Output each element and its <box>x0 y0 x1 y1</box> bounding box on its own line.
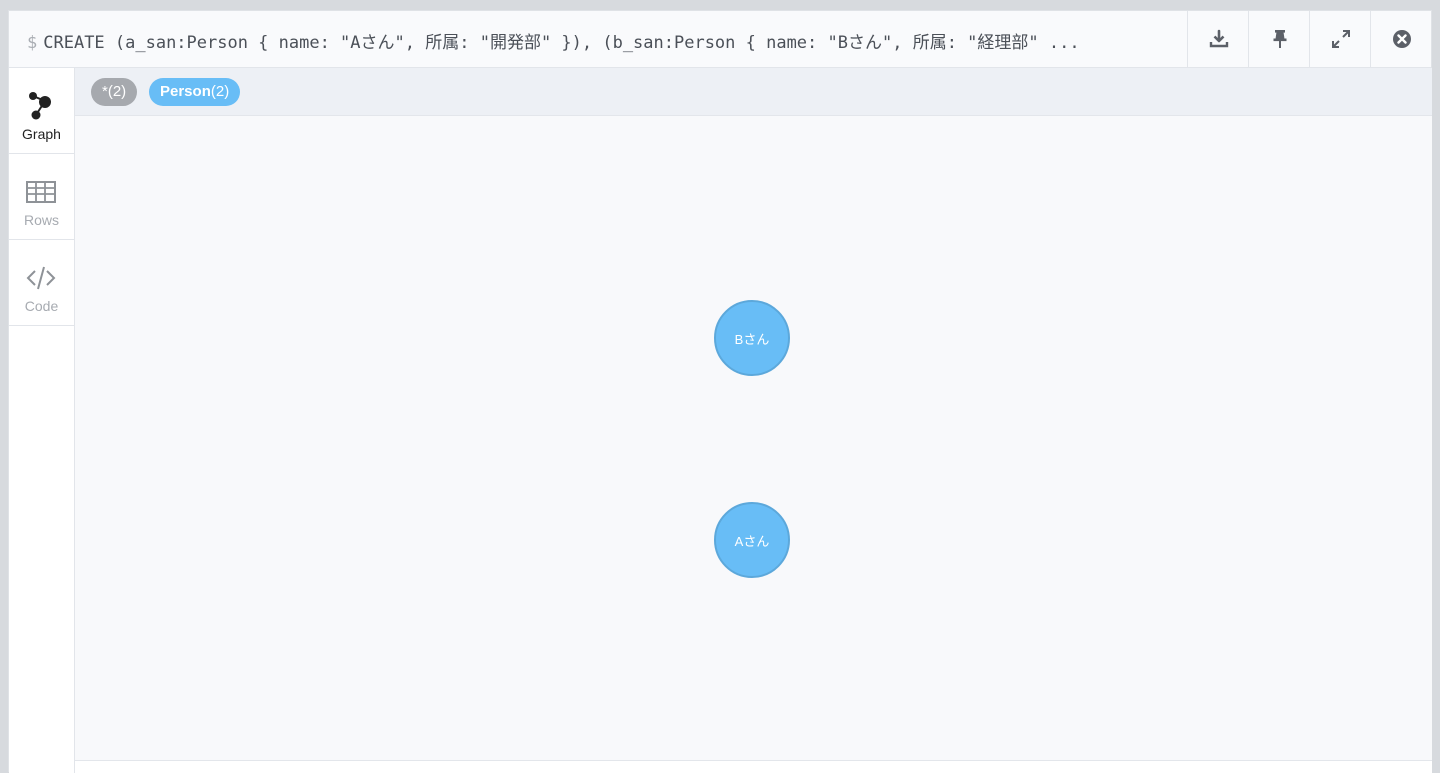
close-button[interactable] <box>1370 11 1432 67</box>
query-string: CREATE (a_san:Person { name: "Aさん", 所属: … <box>43 33 1080 53</box>
view-sidebar: Graph Rows Code <box>9 68 75 773</box>
expand-icon <box>1330 28 1352 50</box>
graph-view: *(2) Person(2) Bさん Aさん <box>75 68 1432 773</box>
status-bar <box>75 760 1432 773</box>
download-button[interactable] <box>1187 11 1249 67</box>
person-label-pill[interactable]: Person(2) <box>149 78 241 106</box>
expand-button[interactable] <box>1309 11 1371 67</box>
close-icon <box>1391 28 1413 50</box>
pill-count: (2) <box>107 83 127 100</box>
graph-node[interactable]: Bさん <box>714 300 790 376</box>
sidebar-item-rows[interactable]: Rows <box>9 154 74 240</box>
result-frame: $ CREATE (a_san:Person { name: "Aさん", 所属:… <box>8 10 1432 773</box>
sidebar-item-label: Code <box>24 298 59 314</box>
pill-count: (2) <box>210 83 230 100</box>
query-text[interactable]: $ CREATE (a_san:Person { name: "Aさん", 所属:… <box>27 28 1177 53</box>
query-header: $ CREATE (a_san:Person { name: "Aさん", 所属:… <box>9 11 1431 68</box>
label-overview-bar: *(2) Person(2) <box>75 68 1432 116</box>
table-icon <box>25 176 57 213</box>
node-caption: Bさん <box>734 331 770 347</box>
sidebar-item-label: Rows <box>23 212 59 228</box>
graph-icon <box>25 90 57 127</box>
pin-icon <box>1269 28 1291 50</box>
graph-node[interactable]: Aさん <box>714 502 790 578</box>
code-icon <box>25 262 57 299</box>
sidebar-item-code[interactable]: Code <box>9 240 74 326</box>
graph-canvas[interactable]: Bさん Aさん <box>75 116 1432 760</box>
prompt-symbol: $ <box>27 33 38 53</box>
pin-button[interactable] <box>1248 11 1310 67</box>
pill-label: Person <box>160 83 211 100</box>
node-caption: Aさん <box>734 533 770 549</box>
sidebar-item-label: Graph <box>22 126 61 142</box>
all-nodes-pill[interactable]: *(2) <box>91 78 138 106</box>
sidebar-item-graph[interactable]: Graph <box>9 68 74 154</box>
download-icon <box>1208 28 1230 50</box>
